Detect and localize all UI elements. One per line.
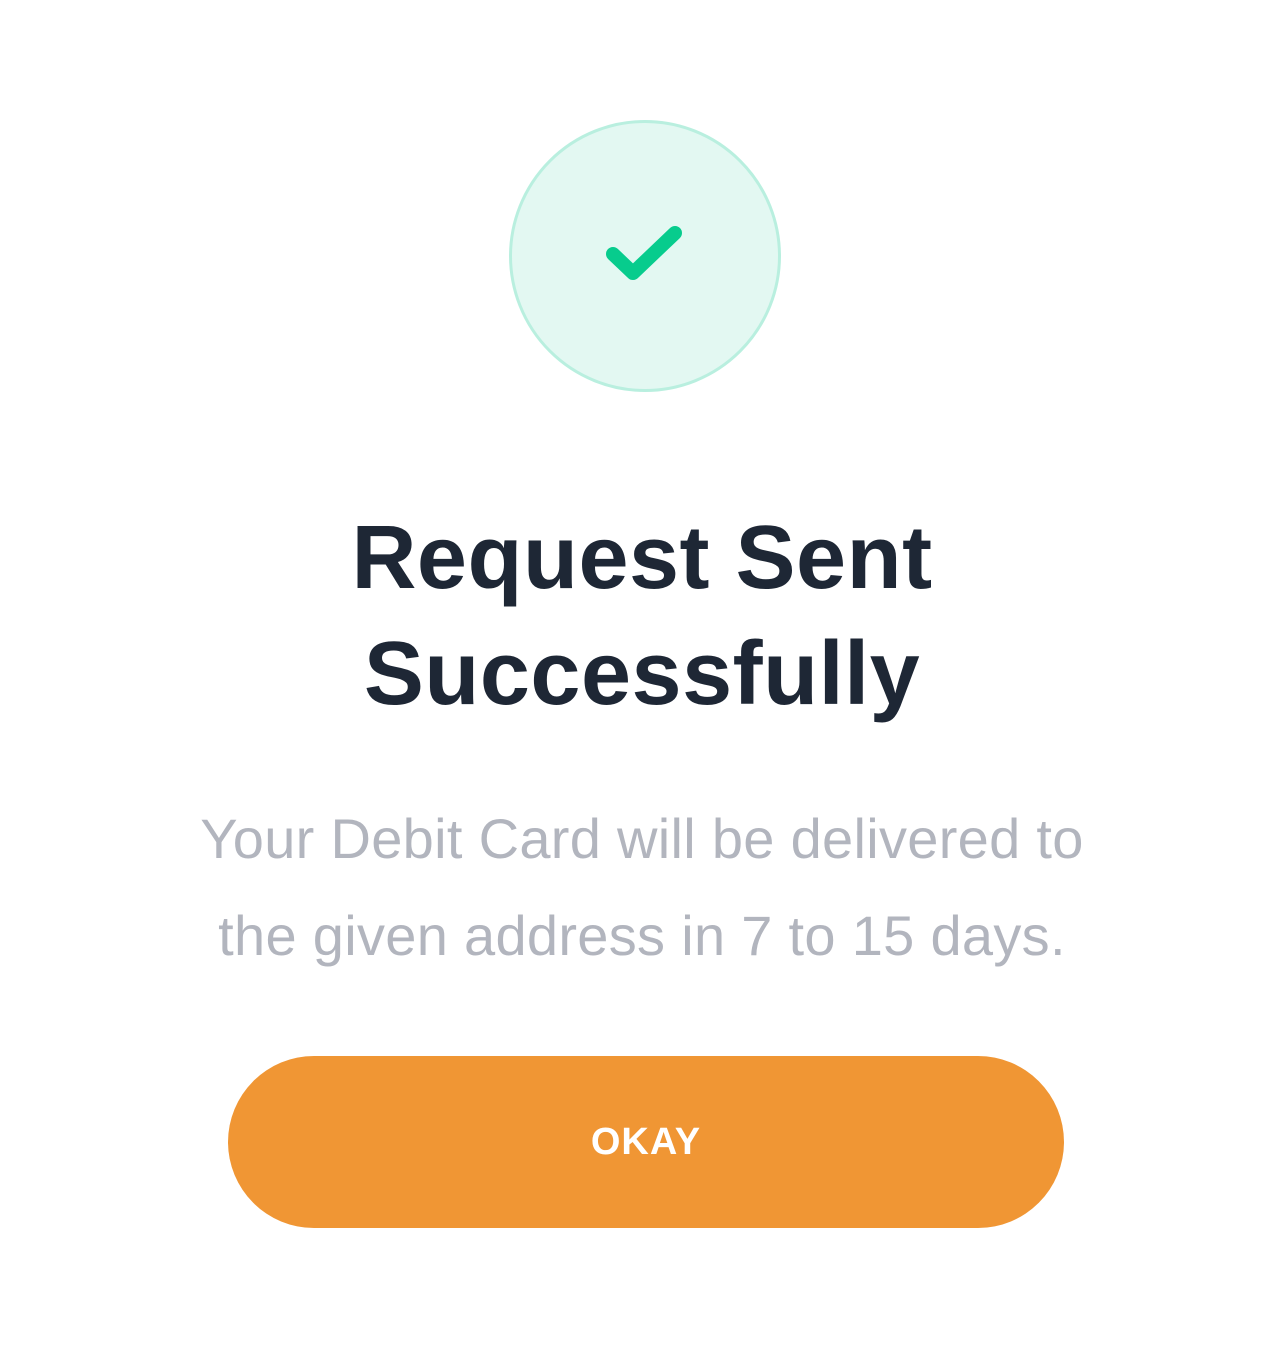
dialog-title: Request Sent Successfully xyxy=(142,500,1142,732)
success-badge xyxy=(509,120,781,392)
okay-button-label: OKAY xyxy=(590,1120,702,1163)
checkmark-icon xyxy=(606,226,682,280)
success-dialog: Request Sent Successfully Your Debit Car… xyxy=(0,0,1284,1349)
okay-button[interactable]: OKAY xyxy=(228,1056,1064,1228)
message-line-1: Your Debit Card will be delivered to xyxy=(200,807,1084,870)
dialog-message: Your Debit Card will be delivered to the… xyxy=(142,790,1142,984)
title-line-2: Successfully xyxy=(363,624,921,724)
message-line-2: the given address in 7 to 15 days. xyxy=(218,904,1066,967)
title-line-1: Request Sent xyxy=(351,508,933,608)
